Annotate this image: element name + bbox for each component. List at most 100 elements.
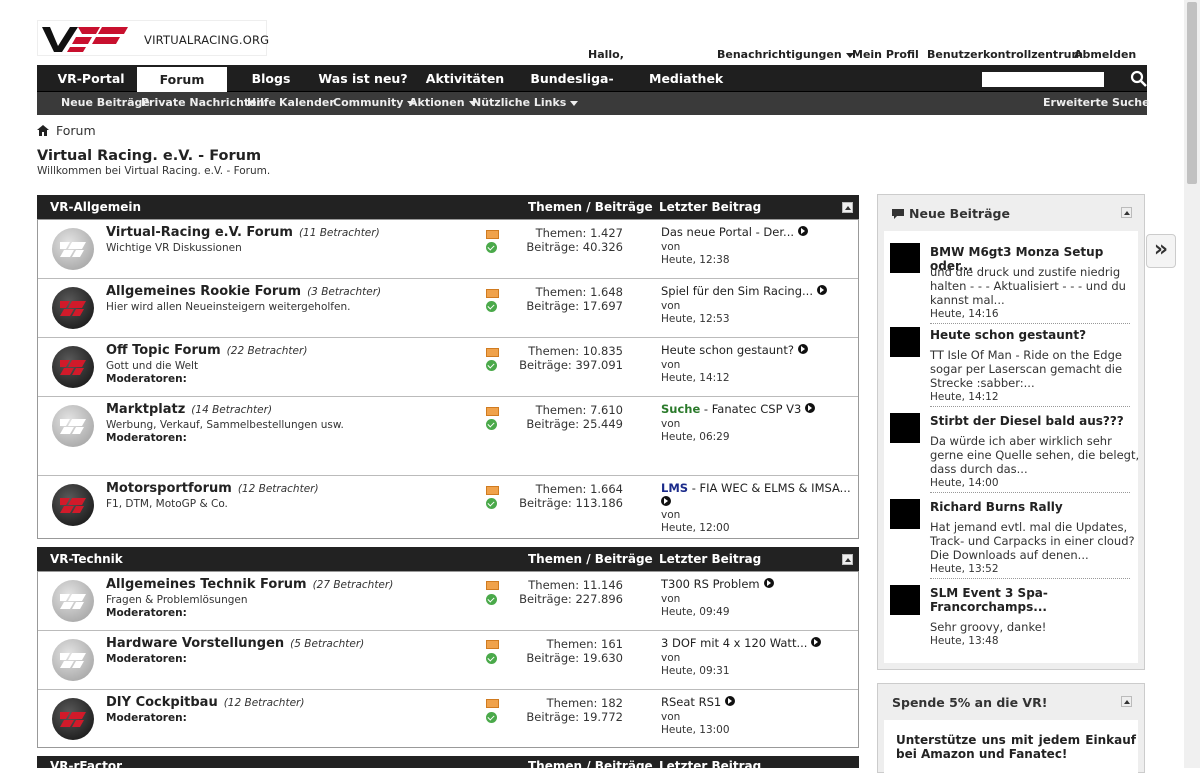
post-title[interactable]: Heute schon gestaunt? bbox=[930, 328, 1086, 342]
rss-icon[interactable] bbox=[486, 581, 499, 590]
search-icon[interactable] bbox=[1130, 70, 1148, 88]
forum-title[interactable]: Allgemeines Rookie Forum (3 Betrachter) bbox=[106, 284, 381, 299]
last-post-title[interactable]: Das neue Portal - Der... bbox=[661, 225, 809, 239]
forum-status-icon bbox=[486, 419, 497, 430]
forum-name[interactable]: Motorsportforum bbox=[106, 481, 232, 496]
tab-forum[interactable]: Forum bbox=[137, 67, 227, 92]
breadcrumb[interactable]: Forum bbox=[56, 123, 96, 138]
go-to-post-icon[interactable] bbox=[798, 226, 809, 236]
forum-name[interactable]: Allgemeines Technik Forum bbox=[106, 577, 307, 592]
forum-title[interactable]: Hardware Vorstellungen (5 Betrachter) bbox=[106, 636, 364, 651]
forum-topics: Themen: 1.664 bbox=[535, 482, 623, 496]
avatar[interactable] bbox=[890, 243, 920, 273]
rss-icon[interactable] bbox=[486, 486, 499, 495]
tab-mediathek[interactable]: Mediathek bbox=[649, 65, 723, 92]
logout-link[interactable]: Abmelden bbox=[1074, 48, 1136, 61]
last-post-title[interactable]: T300 RS Problem bbox=[661, 577, 774, 591]
last-post-link[interactable]: T300 RS Problem bbox=[661, 577, 760, 591]
notifications-link[interactable]: Benachrichtigungen bbox=[717, 48, 854, 61]
tab-activities[interactable]: Aktivitäten bbox=[417, 65, 513, 92]
go-to-post-icon[interactable] bbox=[725, 696, 736, 706]
forum-desc: Gott und die Welt bbox=[106, 360, 199, 372]
rss-icon[interactable] bbox=[486, 230, 499, 239]
rss-icon[interactable] bbox=[486, 407, 499, 416]
go-to-post-icon[interactable] bbox=[797, 344, 808, 354]
last-post-link[interactable]: Spiel für den Sim Racing... bbox=[661, 284, 813, 298]
last-post-title[interactable]: Spiel für den Sim Racing... bbox=[661, 284, 827, 298]
avatar[interactable] bbox=[890, 499, 920, 529]
forum-name[interactable]: Allgemeines Rookie Forum bbox=[106, 284, 301, 299]
last-post-by: von bbox=[661, 300, 681, 312]
forum-name[interactable]: Virtual-Racing e.V. Forum bbox=[106, 225, 293, 240]
collapse-icon[interactable] bbox=[842, 202, 853, 213]
last-post-link[interactable]: Das neue Portal - Der... bbox=[661, 225, 794, 239]
go-to-post-icon[interactable] bbox=[661, 496, 671, 506]
avatar[interactable] bbox=[890, 585, 920, 615]
rss-icon[interactable] bbox=[486, 699, 499, 708]
tab-bundesliga[interactable]: Bundesliga-Tippspiel bbox=[505, 65, 639, 113]
subnav-actions[interactable]: Aktionen bbox=[409, 96, 477, 109]
forum-title[interactable]: Off Topic Forum (22 Betrachter) bbox=[106, 343, 307, 358]
advanced-search-link[interactable]: Erweiterte Suche bbox=[1043, 96, 1150, 109]
forum-title[interactable]: Motorsportforum (12 Betrachter) bbox=[106, 481, 319, 496]
tab-whats-new[interactable]: Was ist neu? bbox=[315, 65, 411, 92]
search-input[interactable] bbox=[982, 72, 1104, 87]
subnav-help[interactable]: Hilfe bbox=[247, 96, 276, 109]
subnav-useful-links[interactable]: Nützliche Links bbox=[472, 96, 579, 109]
go-to-post-icon[interactable] bbox=[811, 637, 822, 647]
list-item: Richard Burns Rally Hat jemand evtl. mal… bbox=[884, 489, 1138, 579]
last-post-link[interactable]: RSeat RS1 bbox=[661, 695, 721, 709]
collapse-icon[interactable] bbox=[1121, 696, 1132, 707]
post-title[interactable]: SLM Event 3 Spa-Francorchamps... bbox=[930, 586, 1080, 614]
last-post-link[interactable]: - Fanatec CSP V3 bbox=[700, 402, 801, 416]
avatar[interactable] bbox=[890, 413, 920, 443]
subnav-calendar[interactable]: Kalender bbox=[279, 96, 335, 109]
tab-vr-portal[interactable]: VR-Portal bbox=[49, 65, 133, 92]
post-title[interactable]: Stirbt der Diesel bald aus??? bbox=[930, 414, 1124, 428]
category-title[interactable]: VR-Allgemein bbox=[50, 200, 141, 214]
forum-title[interactable]: Marktplatz (14 Betrachter) bbox=[106, 402, 272, 417]
go-to-post-icon[interactable] bbox=[816, 285, 827, 295]
home-icon[interactable] bbox=[37, 125, 49, 136]
last-post-title[interactable]: Suche - Fanatec CSP V3 bbox=[661, 402, 816, 416]
category-title[interactable]: VR-Technik bbox=[50, 552, 123, 566]
last-post-title[interactable]: LMS - FIA WEC & ELMS & IMSA... bbox=[661, 481, 851, 495]
logo-mark-icon bbox=[42, 27, 128, 52]
rss-icon[interactable] bbox=[486, 640, 499, 649]
avatar[interactable] bbox=[890, 327, 920, 357]
my-profile-link[interactable]: Mein Profil bbox=[852, 48, 919, 61]
category-header-allgemein: VR-Allgemein Themen / Beiträge Letzter B… bbox=[37, 195, 859, 219]
subnav-new-posts[interactable]: Neue Beiträge bbox=[61, 96, 150, 109]
rss-icon[interactable] bbox=[486, 289, 499, 298]
forum-title[interactable]: DIY Cockpitbau (12 Betrachter) bbox=[106, 695, 304, 710]
user-cp-link[interactable]: Benutzerkontrollzentrum bbox=[927, 48, 1083, 61]
forum-title[interactable]: Virtual-Racing e.V. Forum (11 Betrachter) bbox=[106, 225, 380, 240]
site-logo[interactable]: VIRTUALRACING.ORG bbox=[37, 20, 269, 56]
forum-posts: Beiträge: 25.449 bbox=[526, 417, 623, 431]
forum-name[interactable]: Hardware Vorstellungen bbox=[106, 636, 284, 651]
last-post-link[interactable]: - FIA WEC & ELMS & IMSA... bbox=[688, 481, 851, 495]
last-post-time: Heute, 14:12 bbox=[661, 372, 730, 384]
go-to-post-icon[interactable] bbox=[805, 403, 816, 413]
forum-name[interactable]: DIY Cockpitbau bbox=[106, 695, 218, 710]
forum-title[interactable]: Allgemeines Technik Forum (27 Betrachter) bbox=[106, 577, 393, 592]
tab-blogs[interactable]: Blogs bbox=[241, 65, 301, 92]
sidebar-toggle-button[interactable]: » bbox=[1146, 234, 1176, 268]
last-post-title[interactable]: Heute schon gestaunt? bbox=[661, 343, 808, 357]
last-post-title[interactable]: 3 DOF mit 4 x 120 Watt... bbox=[661, 636, 822, 650]
subnav-private-messages[interactable]: Private Nachrichten bbox=[141, 96, 264, 109]
last-post-link[interactable]: 3 DOF mit 4 x 120 Watt... bbox=[661, 636, 807, 650]
last-post-title[interactable]: RSeat RS1 bbox=[661, 695, 736, 709]
collapse-icon[interactable] bbox=[1121, 207, 1132, 218]
post-title[interactable]: Richard Burns Rally bbox=[930, 500, 1063, 514]
rss-icon[interactable] bbox=[486, 348, 499, 357]
last-post-link[interactable]: Heute schon gestaunt? bbox=[661, 343, 794, 357]
forum-name[interactable]: Off Topic Forum bbox=[106, 343, 221, 358]
forum-name[interactable]: Marktplatz bbox=[106, 402, 185, 417]
go-to-post-icon[interactable] bbox=[763, 578, 774, 588]
scrollbar-thumb[interactable] bbox=[1187, 2, 1197, 184]
subnav-community[interactable]: Community bbox=[333, 96, 416, 109]
collapse-icon[interactable] bbox=[842, 554, 853, 565]
category-title[interactable]: VR-rFactor bbox=[50, 759, 122, 768]
col-header-stats: Themen / Beiträge bbox=[528, 552, 653, 566]
